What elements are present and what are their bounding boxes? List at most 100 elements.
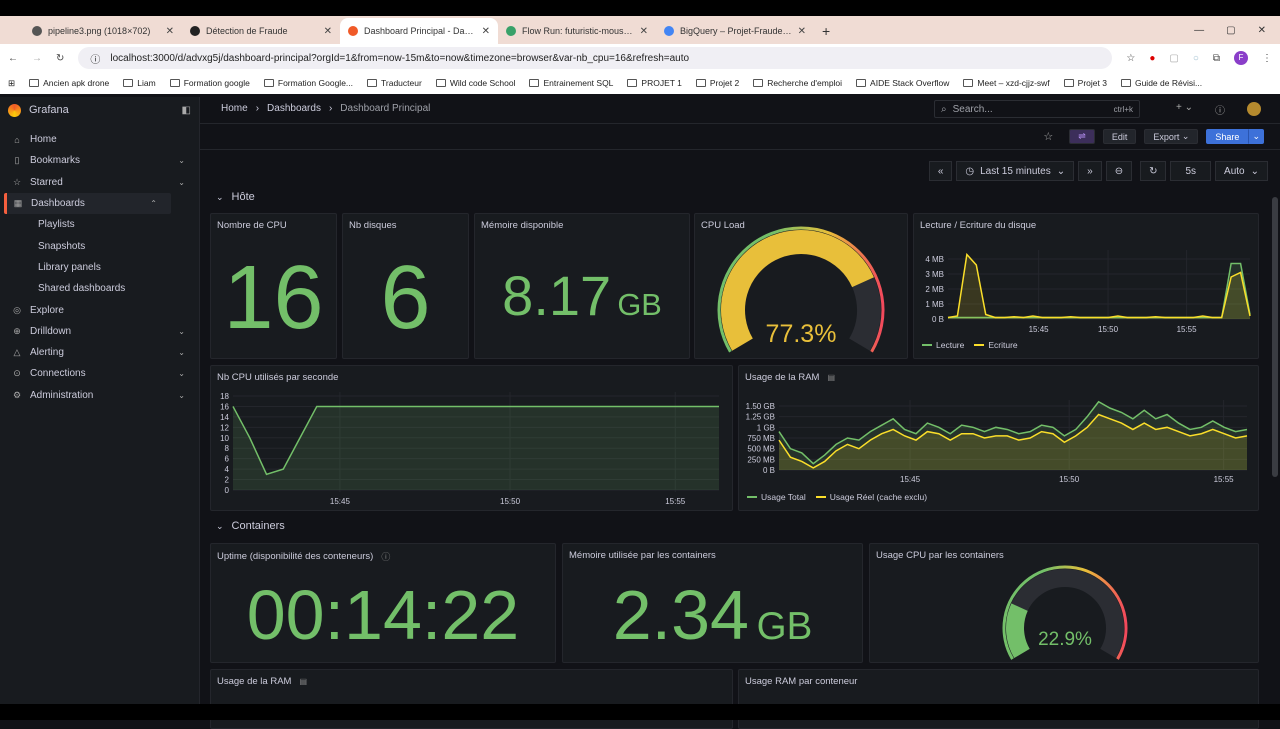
panel-container-memory[interactable]: Mémoire utilisée par les containers 2.34… (562, 543, 863, 663)
help-icon[interactable]: ⓘ (1215, 102, 1225, 117)
sidebar-item-snapshots[interactable]: Snapshots (0, 235, 199, 256)
profile-avatar[interactable]: F (1234, 51, 1248, 65)
bookmark-item[interactable]: Formation google (169, 78, 250, 88)
extension-circle-icon[interactable]: ○ (1193, 53, 1199, 64)
forward-icon[interactable]: → (32, 53, 42, 64)
star-dashboard-icon[interactable]: ☆ (1043, 130, 1053, 143)
close-icon[interactable]: ✕ (482, 26, 490, 37)
chevron-down-icon[interactable]: ⌄ (178, 178, 185, 187)
extension-doc-icon[interactable]: ▢ (1169, 53, 1178, 64)
share-button[interactable]: Share (1206, 129, 1249, 144)
panel-cpu-count[interactable]: Nombre de CPU 16 (210, 213, 337, 359)
sidebar-item-library-panels[interactable]: Library panels (0, 257, 199, 278)
close-icon[interactable]: ✕ (640, 26, 648, 37)
export-button[interactable]: Export ⌄ (1144, 129, 1199, 144)
new-tab-icon[interactable]: + (814, 18, 838, 44)
time-forward-icon[interactable]: » (1078, 161, 1102, 181)
bookmark-item[interactable]: PROJET 1 (627, 78, 682, 88)
chevron-down-icon[interactable]: ⌄ (178, 391, 185, 400)
sidebar-item-explore[interactable]: ◎ Explore (0, 299, 199, 320)
chevron-up-icon[interactable]: ⌃ (150, 199, 157, 208)
info-icon[interactable]: ⓘ (381, 550, 390, 563)
series-line[interactable] (947, 252, 1251, 319)
back-icon[interactable]: ← (8, 53, 18, 64)
sidebar-item-alerting[interactable]: △ Alerting ⌄ (0, 342, 199, 363)
add-icon[interactable]: + ⌄ (1176, 102, 1193, 117)
apps-grid-icon[interactable]: ⊞ (8, 78, 15, 89)
browser-menu-icon[interactable]: ⋮ (1262, 53, 1272, 64)
zoom-out-icon[interactable]: ⊖ (1105, 161, 1133, 181)
row-host[interactable]: ⌄ Hôte (216, 191, 255, 203)
chevron-down-icon[interactable]: ⌄ (178, 348, 185, 357)
bookmark-item[interactable]: Meet – xzd-cjjz-swf (963, 78, 1050, 88)
chevron-down-icon[interactable]: ⌄ (178, 156, 185, 165)
window-close-icon[interactable]: ✕ (1258, 25, 1266, 36)
refresh-interval[interactable]: 5s (1170, 161, 1212, 181)
refresh-icon[interactable]: ↻ (1140, 161, 1167, 181)
edit-button[interactable]: Edit (1102, 129, 1137, 144)
playlist-icon[interactable]: ⇌ (1069, 129, 1095, 144)
browser-tab[interactable]: Flow Run: futuristic-mouse • Pr ✕ (498, 18, 656, 44)
sidebar-item-shared-dashboards[interactable]: Shared dashboards (0, 278, 199, 299)
panel-cpu-load[interactable]: CPU Load 77.3% (694, 213, 908, 359)
panel-container-cpu[interactable]: Usage CPU par les containers 22.9% (869, 543, 1259, 663)
time-back-icon[interactable]: « (928, 161, 953, 181)
minimize-icon[interactable]: — (1194, 25, 1204, 36)
extension-opera-icon[interactable]: ● (1149, 53, 1155, 64)
url-field[interactable]: ⓘ localhost:3000/d/advxg5j/dashboard-pri… (78, 47, 1113, 69)
bookmark-item[interactable]: Ancien apk drone (29, 78, 109, 88)
panel-cpu-used[interactable]: Nb CPU utilisés par seconde 18 16 14 12 10 8 6… (210, 365, 733, 511)
sidebar-item-connections[interactable]: ⊙ Connections ⌄ (0, 363, 199, 384)
bookmark-star-icon[interactable]: ☆ (1126, 53, 1135, 64)
bookmark-item[interactable]: AIDE Stack Overflow (856, 78, 949, 88)
legend-item[interactable]: Ecriture (974, 340, 1018, 350)
search-input[interactable]: ⌕ Search... ctrl+k (934, 100, 1140, 118)
sidebar-item-administration[interactable]: ⚙ Administration ⌄ (0, 385, 199, 406)
bookmark-item[interactable]: Wild code School (435, 78, 515, 88)
panel-disk-io[interactable]: Lecture / Ecriture du disque 4 MB 3 MB 2 M… (913, 213, 1259, 359)
browser-tab[interactable]: Dashboard Principal - Dashboa ✕ (340, 18, 498, 44)
crumb-dashboards[interactable]: Dashboards (267, 103, 321, 114)
sidebar-item-playlists[interactable]: Playlists (0, 214, 199, 235)
sidebar-item-drilldown[interactable]: ⊕ Drilldown ⌄ (0, 321, 199, 342)
grafana-logo-icon[interactable] (8, 103, 21, 117)
bookmark-item[interactable]: Entrainement SQL (529, 78, 613, 88)
bookmark-item[interactable]: Liam (123, 78, 156, 88)
close-icon[interactable]: ✕ (324, 26, 332, 37)
bookmark-item[interactable]: Guide de Révisi... (1120, 78, 1202, 88)
panel-uptime[interactable]: Uptime (disponibilité des conteneurs) ⓘ 0… (210, 543, 556, 663)
close-icon[interactable]: ✕ (798, 26, 806, 37)
chevron-down-icon[interactable]: ⌄ (178, 369, 185, 378)
panel-memory-free[interactable]: Mémoire disponible 8.17 GB (474, 213, 690, 359)
bookmark-item[interactable]: Recherche d'emploi (753, 78, 842, 88)
chevron-down-icon[interactable]: ⌄ (178, 327, 185, 336)
refresh-mode-picker[interactable]: Auto ⌄ (1215, 161, 1268, 181)
library-panel-icon[interactable]: ▤ (299, 677, 307, 686)
bookmark-item[interactable]: Projet 2 (695, 78, 739, 88)
legend-item[interactable]: Lecture (922, 340, 964, 350)
dock-menu-icon[interactable]: ◧ (182, 105, 191, 116)
user-avatar[interactable] (1247, 102, 1261, 116)
share-dropdown-icon[interactable]: ⌄ (1248, 129, 1264, 144)
page-scrollbar[interactable] (1272, 197, 1278, 477)
legend-item[interactable]: Usage Total (747, 492, 806, 502)
bookmark-item[interactable]: Projet 3 (1063, 78, 1107, 88)
extensions-puzzle-icon[interactable]: ⧉ (1213, 53, 1220, 64)
time-range-picker[interactable]: ◷ Last 15 minutes ⌄ (956, 161, 1075, 181)
sidebar-item-bookmarks[interactable]: ▯ Bookmarks ⌄ (0, 150, 199, 171)
panel-ram-per-container[interactable]: Usage RAM par conteneur (738, 669, 1259, 729)
close-icon[interactable]: ✕ (166, 26, 174, 37)
crumb-home[interactable]: Home (221, 103, 248, 114)
row-containers[interactable]: ⌄ Containers (216, 520, 285, 532)
legend-item[interactable]: Usage Réel (cache exclu) (815, 492, 927, 502)
sidebar-item-starred[interactable]: ☆ Starred ⌄ (0, 172, 199, 193)
reload-icon[interactable]: ↻ (56, 53, 64, 64)
sidebar-item-home[interactable]: ⌂ Home (0, 129, 199, 150)
bookmark-item[interactable]: Formation Google... (263, 78, 353, 88)
browser-tab[interactable]: pipeline3.png (1018×702) ✕ (24, 18, 182, 44)
maximize-icon[interactable]: ▢ (1226, 25, 1235, 36)
series-line[interactable] (948, 262, 1251, 319)
panel-ram-usage-2[interactable]: Usage de la RAM ▤ (210, 669, 733, 729)
browser-tab[interactable]: Détection de Fraude ✕ (182, 18, 340, 44)
browser-tab[interactable]: BigQuery – Projet-Fraude-PaySi ✕ (656, 18, 814, 44)
